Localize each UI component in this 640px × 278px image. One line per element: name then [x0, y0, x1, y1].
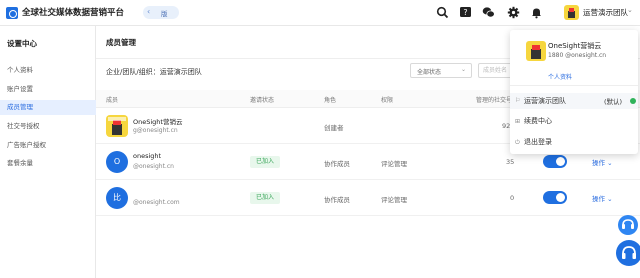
col-status: 邀请状态 [250, 97, 275, 104]
status-select[interactable]: 全部状态 ⌄ [410, 63, 472, 78]
status-badge: 已加入 [250, 156, 281, 168]
search-icon[interactable] [436, 6, 449, 19]
logo-icon [6, 7, 18, 19]
logout-item[interactable]: 退出登录 [524, 137, 552, 147]
chevron-down-icon[interactable]: ⌄ [627, 6, 633, 14]
support-float-button[interactable] [616, 240, 640, 266]
member-permission: 评论管理 [381, 160, 407, 168]
dropdown-user-name: OneSight营销云 [548, 42, 602, 50]
member-name: onesight [133, 152, 162, 160]
renewal-center-item[interactable]: 续费中心 [524, 116, 552, 126]
action-label: 操作 [592, 195, 605, 203]
col-social: 管理的社交号 [476, 97, 513, 104]
member-role: 创建者 [324, 124, 344, 132]
sidebar: 设置中心 个人资料 账户设置 成员管理 社交号授权 广告账户授权 套餐余量 [0, 26, 96, 278]
sidebar-item-social-auth[interactable]: 社交号授权 [0, 119, 96, 134]
member-social-count: 35 [506, 158, 515, 166]
action-dropdown[interactable]: 操作 ⌄ [592, 193, 613, 203]
sidebar-item-members[interactable]: 成员管理 [0, 100, 96, 115]
member-avatar: 比 [106, 187, 128, 209]
wechat-icon[interactable] [482, 6, 495, 19]
divider [510, 85, 638, 86]
member-name: OneSight营销云 [133, 118, 183, 126]
action-dropdown[interactable]: 操作 ⌄ [592, 157, 613, 167]
user-dropdown-menu: OneSight营销云 1880 @onesight.cn 个人资料 ⚐ 运营演… [510, 30, 638, 154]
sidebar-item-profile[interactable]: 个人资料 [0, 63, 96, 78]
dropdown-avatar [526, 41, 546, 61]
member-email: @onesight.com [133, 199, 180, 206]
profile-link[interactable]: 个人资料 [548, 72, 572, 81]
member-email: g@onesight.cn [133, 127, 178, 134]
team-name: 运营演示团队 [524, 97, 566, 105]
app-title: 全球社交媒体数据营销平台 [22, 8, 125, 18]
member-enable-toggle[interactable] [543, 191, 567, 204]
version-pill[interactable]: ‹ 版 [143, 6, 179, 19]
gear-icon[interactable] [507, 6, 520, 19]
sidebar-item-ad-auth[interactable]: 广告账户授权 [0, 138, 96, 153]
page-title: 成员管理 [106, 38, 136, 47]
member-permission: 评论管理 [381, 196, 407, 204]
top-bar: 全球社交媒体数据营销平台 ‹ 版 ? 运营演示团队 ⌄ [0, 0, 640, 26]
sidebar-title: 设置中心 [7, 39, 37, 48]
dropdown-user-contact: 1880 @onesight.cn [548, 52, 607, 59]
back-arrow-icon: ‹ [147, 7, 151, 16]
version-label: 版 [161, 10, 168, 18]
team-icon: ⚐ [515, 97, 521, 104]
table-row: 比 @onesight.com 已加入 协作成员 评论管理 0 操作 ⌄ [96, 180, 640, 216]
action-label: 操作 [592, 159, 605, 167]
bell-icon[interactable] [530, 6, 543, 19]
org-filter-label: 企业/团队/组织：运营演示团队 [106, 68, 202, 76]
member-avatar [106, 115, 128, 137]
svg-text:?: ? [463, 8, 467, 17]
user-avatar[interactable] [564, 5, 579, 20]
renew-icon: ⊞ [515, 118, 521, 125]
member-role: 协作成员 [324, 160, 350, 168]
sidebar-item-account[interactable]: 账户设置 [0, 82, 96, 97]
help-icon[interactable]: ? [459, 6, 472, 19]
chevron-down-icon: ⌄ [460, 66, 466, 73]
status-select-value: 全部状态 [417, 69, 442, 76]
member-social-count: 0 [510, 194, 515, 202]
chat-float-button[interactable] [618, 215, 638, 235]
logout-icon: ⏻ [515, 139, 520, 146]
sidebar-item-plan[interactable]: 套餐余量 [0, 156, 96, 171]
col-member: 成员 [106, 97, 119, 104]
col-permission: 权限 [381, 97, 394, 104]
member-enable-toggle[interactable] [543, 155, 567, 168]
active-check-icon [630, 98, 636, 104]
user-name[interactable]: 运营演示团队 [583, 7, 628, 18]
col-role: 角色 [324, 97, 337, 104]
member-avatar: O [106, 151, 128, 173]
member-role: 协作成员 [324, 196, 350, 204]
member-email: @onesight.cn [133, 163, 174, 170]
status-badge: 已加入 [250, 192, 281, 204]
default-tag: (默认) [604, 98, 623, 106]
